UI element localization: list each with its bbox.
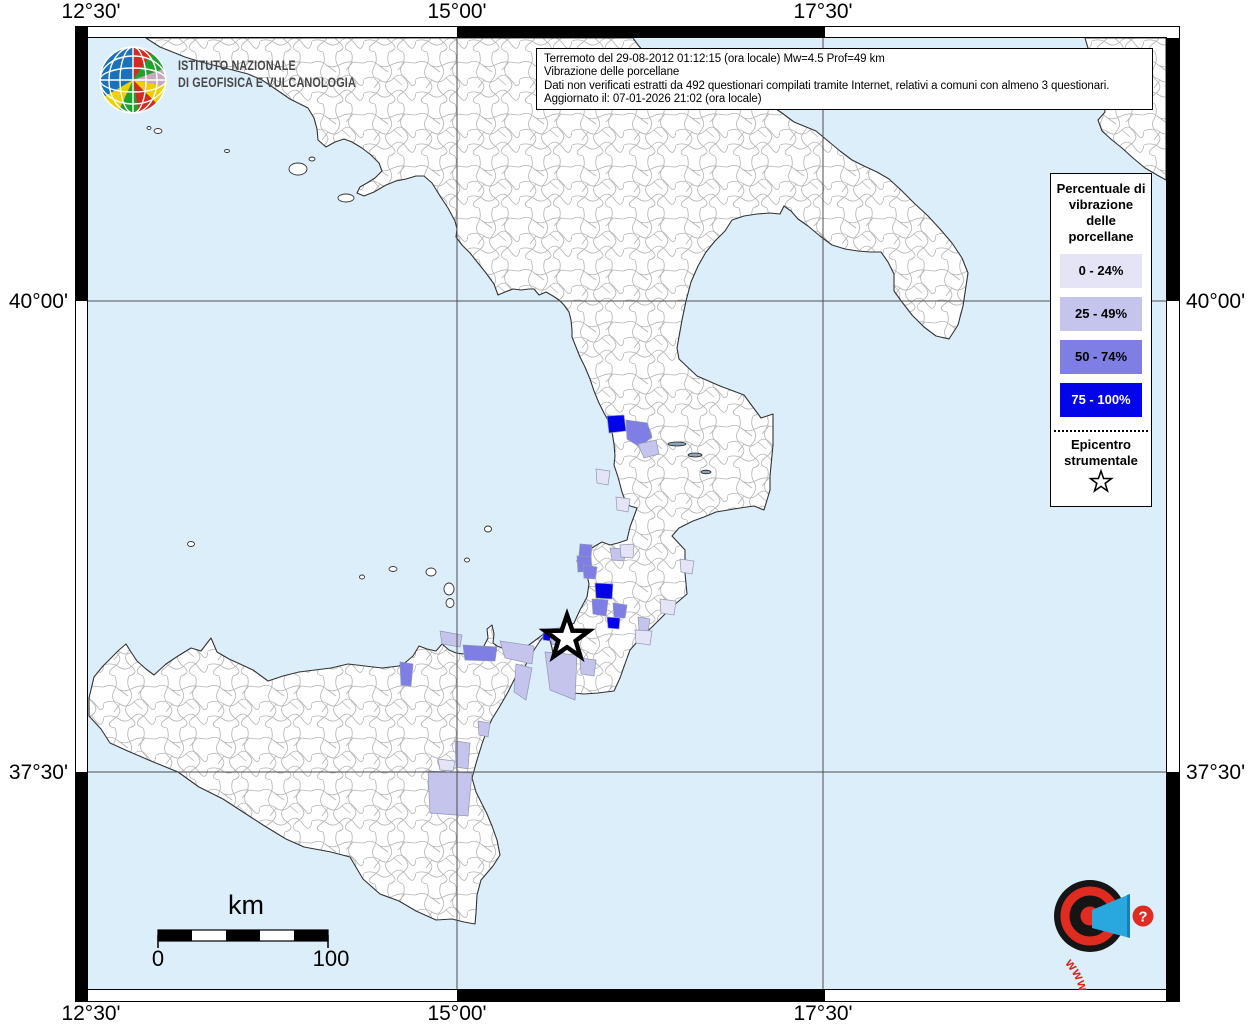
legend-star-icon — [1088, 469, 1114, 493]
island — [443, 582, 455, 596]
island — [425, 567, 437, 577]
axis-label-lat: 40°00' — [1186, 290, 1246, 313]
felt-municipality-class-2 — [477, 720, 491, 738]
frame-segment — [75, 38, 87, 301]
axis-label-lat: 37°30' — [8, 761, 68, 784]
felt-municipality-class-2 — [427, 770, 473, 817]
axis-label-lon: 15°00' — [427, 0, 487, 23]
island — [337, 193, 355, 203]
frame-corner — [1166, 989, 1180, 1002]
legend-title: Percentuale di vibrazione delle porcella… — [1056, 181, 1146, 244]
event-info-box: Terremoto del 29-08-2012 01:12:15 (ora l… — [536, 48, 1153, 110]
axis-label-lon: 17°30' — [793, 1002, 853, 1025]
map-canvas — [88, 38, 1166, 989]
legend-class-0-24: 0 - 24% — [1060, 254, 1142, 288]
scalebar-end: 100 — [312, 946, 350, 971]
ingv-logo-text: ISTITUTO NAZIONALE DI GEOFISICA E VULCAN… — [178, 58, 356, 90]
axis-label-lat: 40°00' — [8, 290, 68, 313]
felt-municipality-class-3 — [462, 644, 498, 662]
ingv-logo: ISTITUTO NAZIONALE DI GEOFISICA E VULCAN… — [98, 45, 400, 115]
felt-municipality-class-3 — [591, 598, 609, 617]
legend-class-25-49: 25 - 49% — [1060, 297, 1142, 331]
frame-segment — [457, 26, 825, 38]
brand-circular-text: www.haisentitoilterremoto.it — [1026, 955, 1092, 990]
event-title: Terremoto del 29-08-2012 01:12:15 (ora l… — [544, 53, 885, 65]
frame-corner — [75, 26, 88, 38]
frame-segment — [1167, 772, 1180, 989]
island — [288, 162, 308, 176]
felt-municipality-class-3 — [578, 543, 593, 558]
ingv-globe-icon — [99, 46, 167, 114]
event-data-note: Dati non verificati estratti da 492 ques… — [544, 79, 1110, 92]
legend-box: Percentuale di vibrazione delle porcella… — [1050, 173, 1152, 507]
island — [146, 126, 152, 130]
island — [388, 566, 398, 572]
island — [359, 574, 365, 580]
event-question: Vibrazione delle porcellane — [544, 66, 680, 79]
event-updated: Aggiornato il: 07-01-2026 21:02 (ora loc… — [544, 93, 762, 106]
lake — [687, 452, 703, 458]
axis-label-lat: 37°30' — [1186, 761, 1246, 784]
island — [224, 149, 230, 153]
island — [445, 598, 455, 608]
island — [153, 128, 163, 134]
felt-municipality-class-1 — [595, 468, 611, 486]
island — [187, 541, 195, 547]
legend-class-50-74: 50 - 74% — [1060, 340, 1142, 374]
felt-municipality-class-4 — [606, 414, 627, 434]
felt-municipality-class-3 — [582, 564, 598, 580]
frame-corner — [75, 989, 88, 1002]
scalebar-unit: km — [228, 890, 264, 920]
felt-municipality-class-1 — [634, 629, 653, 646]
felt-municipality-class-1 — [659, 598, 677, 616]
axis-label-lon: 12°30' — [61, 0, 121, 23]
felt-municipality-class-1 — [679, 558, 695, 575]
axis-label-lon: 15°00' — [427, 1002, 487, 1025]
felt-municipality-class-2 — [637, 616, 651, 633]
frame-segment — [75, 772, 87, 989]
legend-epicenter-label: Epicentro strumentale — [1064, 437, 1138, 468]
axis-label-lon: 12°30' — [61, 1002, 121, 1025]
legend-divider — [1054, 430, 1148, 432]
legend-class-75-100: 75 - 100% — [1060, 383, 1142, 417]
lake — [667, 441, 687, 447]
island — [308, 156, 316, 162]
megaphone-edge — [1127, 894, 1130, 938]
frame-segment — [457, 989, 825, 1002]
felt-municipality-class-1 — [619, 543, 635, 559]
felt-municipality-class-2 — [579, 657, 597, 677]
question-mark: ? — [1138, 909, 1147, 926]
frame-segment — [1167, 38, 1180, 301]
felt-municipality-class-3 — [612, 602, 628, 619]
felt-municipality-class-1 — [615, 496, 631, 513]
felt-municipality-class-4 — [594, 582, 614, 600]
scalebar-start: 0 — [151, 946, 165, 971]
haisentitoilterremoto-logo: ? www.haisentitoilterremoto.it — [1026, 880, 1154, 990]
lake — [700, 469, 712, 475]
island — [464, 557, 470, 563]
island — [484, 525, 492, 533]
felt-municipality-class-4 — [606, 616, 621, 630]
felt-municipality-class-1 — [437, 758, 456, 772]
axis-label-lon: 17°30' — [793, 0, 853, 23]
felt-municipality-class-3 — [399, 661, 414, 687]
